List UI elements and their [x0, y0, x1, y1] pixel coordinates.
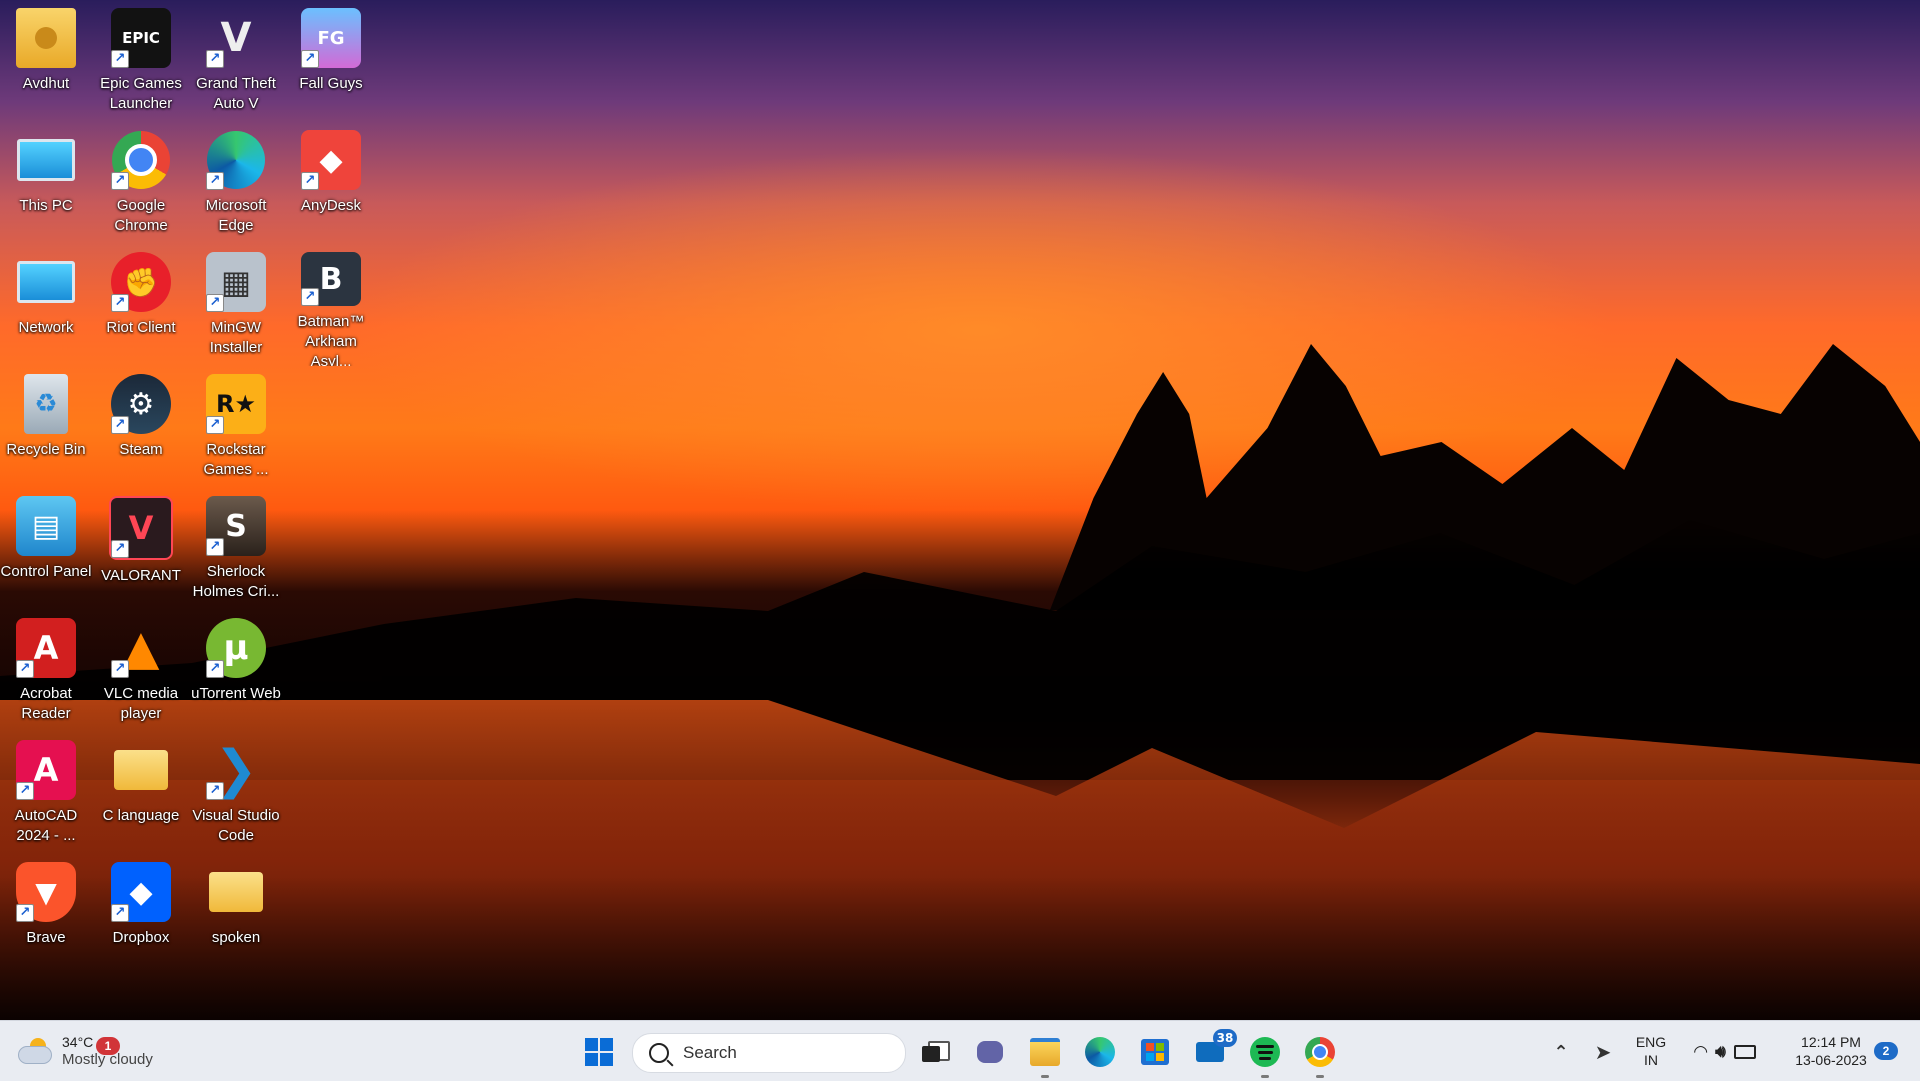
desktop-icon-vscode[interactable]: ❯ ↗ Visual Studio Code — [190, 736, 282, 854]
gta-v-icon: V ↗ — [206, 8, 266, 68]
desktop-icon-spoken[interactable]: spoken — [190, 858, 282, 976]
desktop-icon-c-language[interactable]: C language — [95, 736, 187, 854]
desktop-icon-control-panel[interactable]: ▤ Control Panel — [0, 492, 92, 610]
vscode-icon: ❯ ↗ — [206, 740, 266, 800]
edge-taskbar-button[interactable] — [1083, 1035, 1117, 1069]
edge-icon: ↗ — [206, 130, 266, 190]
desktop-icon-avdhut[interactable]: Avdhut — [0, 4, 92, 122]
utorrent-icon: µ ↗ — [206, 618, 266, 678]
folder-icon — [111, 740, 171, 800]
desktop-icon-steam[interactable]: ⚙ ↗ Steam — [95, 370, 187, 488]
notification-badge[interactable]: 2 — [1874, 1042, 1898, 1060]
fall-guys-icon: FG ↗ — [301, 8, 361, 68]
file-explorer-button[interactable] — [1028, 1035, 1062, 1069]
partly-cloudy-icon — [18, 1038, 52, 1064]
rockstar-icon: R★ ↗ — [206, 374, 266, 434]
desktop-icon-dropbox[interactable]: ◆ ↗ Dropbox — [95, 858, 187, 976]
volume-icon: 🔊︎ — [1715, 1042, 1726, 1062]
recycle-bin-icon: ♻ — [24, 374, 68, 434]
desktop-icon-mingw-installer[interactable]: ▦ ↗ MinGW Installer — [190, 248, 282, 366]
microsoft-store-button[interactable] — [1138, 1035, 1172, 1069]
desktop-icon-google-chrome[interactable]: ↗ Google Chrome — [95, 126, 187, 244]
desktop-icon-batman[interactable]: B ↗ Batman™ Arkham Asyl... — [285, 248, 377, 366]
language-line1: ENG — [1635, 1034, 1667, 1050]
monitor-icon — [16, 130, 76, 190]
batman-icon: B ↗ — [301, 252, 361, 306]
desktop-icon-rockstar[interactable]: R★ ↗ Rockstar Games ... — [190, 370, 282, 488]
wifi-icon: ◠ — [1694, 1042, 1708, 1062]
vlc-cone-icon: ▲ ↗ — [111, 618, 171, 678]
store-icon — [1141, 1039, 1169, 1065]
chevron-up-icon: ⌃ — [1553, 1041, 1569, 1063]
desktop-icon-recycle-bin[interactable]: ♻ Recycle Bin — [0, 370, 92, 488]
epic-games-icon: EPIC ↗ — [111, 8, 171, 68]
desktop-icon-network[interactable]: Network — [0, 248, 92, 366]
clock-time: 12:14 PM — [1801, 1034, 1861, 1050]
desktop-icon-fall-guys[interactable]: FG ↗ Fall Guys — [285, 4, 377, 122]
chrome-running-indicator — [1316, 1075, 1324, 1078]
dropbox-icon: ◆ ↗ — [111, 862, 171, 922]
chrome-icon — [1305, 1037, 1335, 1067]
chat-icon — [977, 1041, 1003, 1063]
quick-settings-button[interactable]: ◠ 🔊︎ — [1680, 1035, 1770, 1069]
chrome-taskbar-button[interactable] — [1303, 1035, 1337, 1069]
desktop-icon-autocad[interactable]: A ↗ AutoCAD 2024 - ... — [0, 736, 92, 854]
desktop-icon-epic-games[interactable]: EPIC ↗ Epic Games Launcher — [95, 4, 187, 122]
folder-icon — [206, 862, 266, 922]
spotify-button[interactable] — [1248, 1035, 1282, 1069]
weather-widget[interactable]: 34°C Mostly cloudy 1 — [18, 1021, 178, 1081]
desktop-icon-microsoft-edge[interactable]: ↗ Microsoft Edge — [190, 126, 282, 244]
network-globe-icon — [16, 252, 76, 312]
windows-logo-icon — [585, 1038, 613, 1066]
desktop-icon-brave[interactable]: ▼ ↗ Brave — [0, 858, 92, 976]
desktop-icon-valorant[interactable]: V ↗ VALORANT — [95, 492, 187, 610]
taskbar: 34°C Mostly cloudy 1 Search 38 ⌃ ➤ ENG I… — [0, 1020, 1920, 1081]
file-explorer-icon — [1030, 1038, 1060, 1066]
control-panel-icon: ▤ — [16, 496, 76, 556]
desktop-icon-area: Avdhut EPIC ↗ Epic Games Launcher V ↗ Gran… — [0, 0, 380, 1010]
clock[interactable]: 12:14 PM 13-06-2023 — [1776, 1033, 1886, 1069]
valorant-icon: V ↗ — [109, 496, 173, 560]
show-hidden-icons-button[interactable]: ⌃ — [1544, 1035, 1578, 1069]
task-view-button[interactable] — [918, 1035, 952, 1069]
desktop-icon-riot-client[interactable]: ✊ ↗ Riot Client — [95, 248, 187, 366]
sherlock-icon: S ↗ — [206, 496, 266, 556]
riot-fist-icon: ✊ ↗ — [111, 252, 171, 312]
search-placeholder: Search — [683, 1043, 737, 1062]
start-button[interactable] — [582, 1035, 616, 1069]
task-view-icon — [922, 1041, 950, 1063]
battery-icon — [1733, 1045, 1756, 1059]
desktop-icon-sherlock[interactable]: S ↗ Sherlock Holmes Cri... — [190, 492, 282, 610]
mail-badge: 38 — [1213, 1029, 1237, 1047]
desktop-icon-gta-v[interactable]: V ↗ Grand Theft Auto V — [190, 4, 282, 122]
desktop-icon-this-pc[interactable]: This PC — [0, 126, 92, 244]
desktop-icon-vlc[interactable]: ▲ ↗ VLC media player — [95, 614, 187, 732]
chrome-icon: ↗ — [111, 130, 171, 190]
search-icon — [649, 1043, 669, 1063]
edge-icon — [1085, 1037, 1115, 1067]
location-button[interactable]: ➤ — [1586, 1035, 1620, 1069]
teams-chat-button[interactable] — [973, 1035, 1007, 1069]
desktop-icon-acrobat-reader[interactable]: A ↗ Acrobat Reader — [0, 614, 92, 732]
anydesk-icon: ◆ ↗ — [301, 130, 361, 190]
mingw-installer-icon: ▦ ↗ — [206, 252, 266, 312]
folder-user-icon — [16, 8, 76, 68]
brave-lion-icon: ▼ ↗ — [16, 862, 76, 922]
language-indicator[interactable]: ENG IN — [1626, 1033, 1676, 1069]
spotify-running-indicator — [1261, 1075, 1269, 1078]
spotify-icon — [1250, 1037, 1280, 1067]
weather-badge: 1 — [96, 1037, 120, 1055]
language-line2: IN — [1644, 1052, 1658, 1068]
desktop-icon-utorrent[interactable]: µ ↗ uTorrent Web — [190, 614, 282, 732]
desktop-icon-anydesk[interactable]: ◆ ↗ AnyDesk — [285, 126, 377, 244]
acrobat-icon: A ↗ — [16, 618, 76, 678]
clock-date: 13-06-2023 — [1795, 1052, 1867, 1068]
steam-icon: ⚙ ↗ — [111, 374, 171, 434]
location-arrow-icon: ➤ — [1594, 1040, 1612, 1064]
taskbar-search[interactable]: Search — [632, 1033, 906, 1073]
autocad-icon: A ↗ — [16, 740, 76, 800]
explorer-running-indicator — [1041, 1075, 1049, 1078]
mail-button[interactable]: 38 — [1193, 1029, 1237, 1069]
